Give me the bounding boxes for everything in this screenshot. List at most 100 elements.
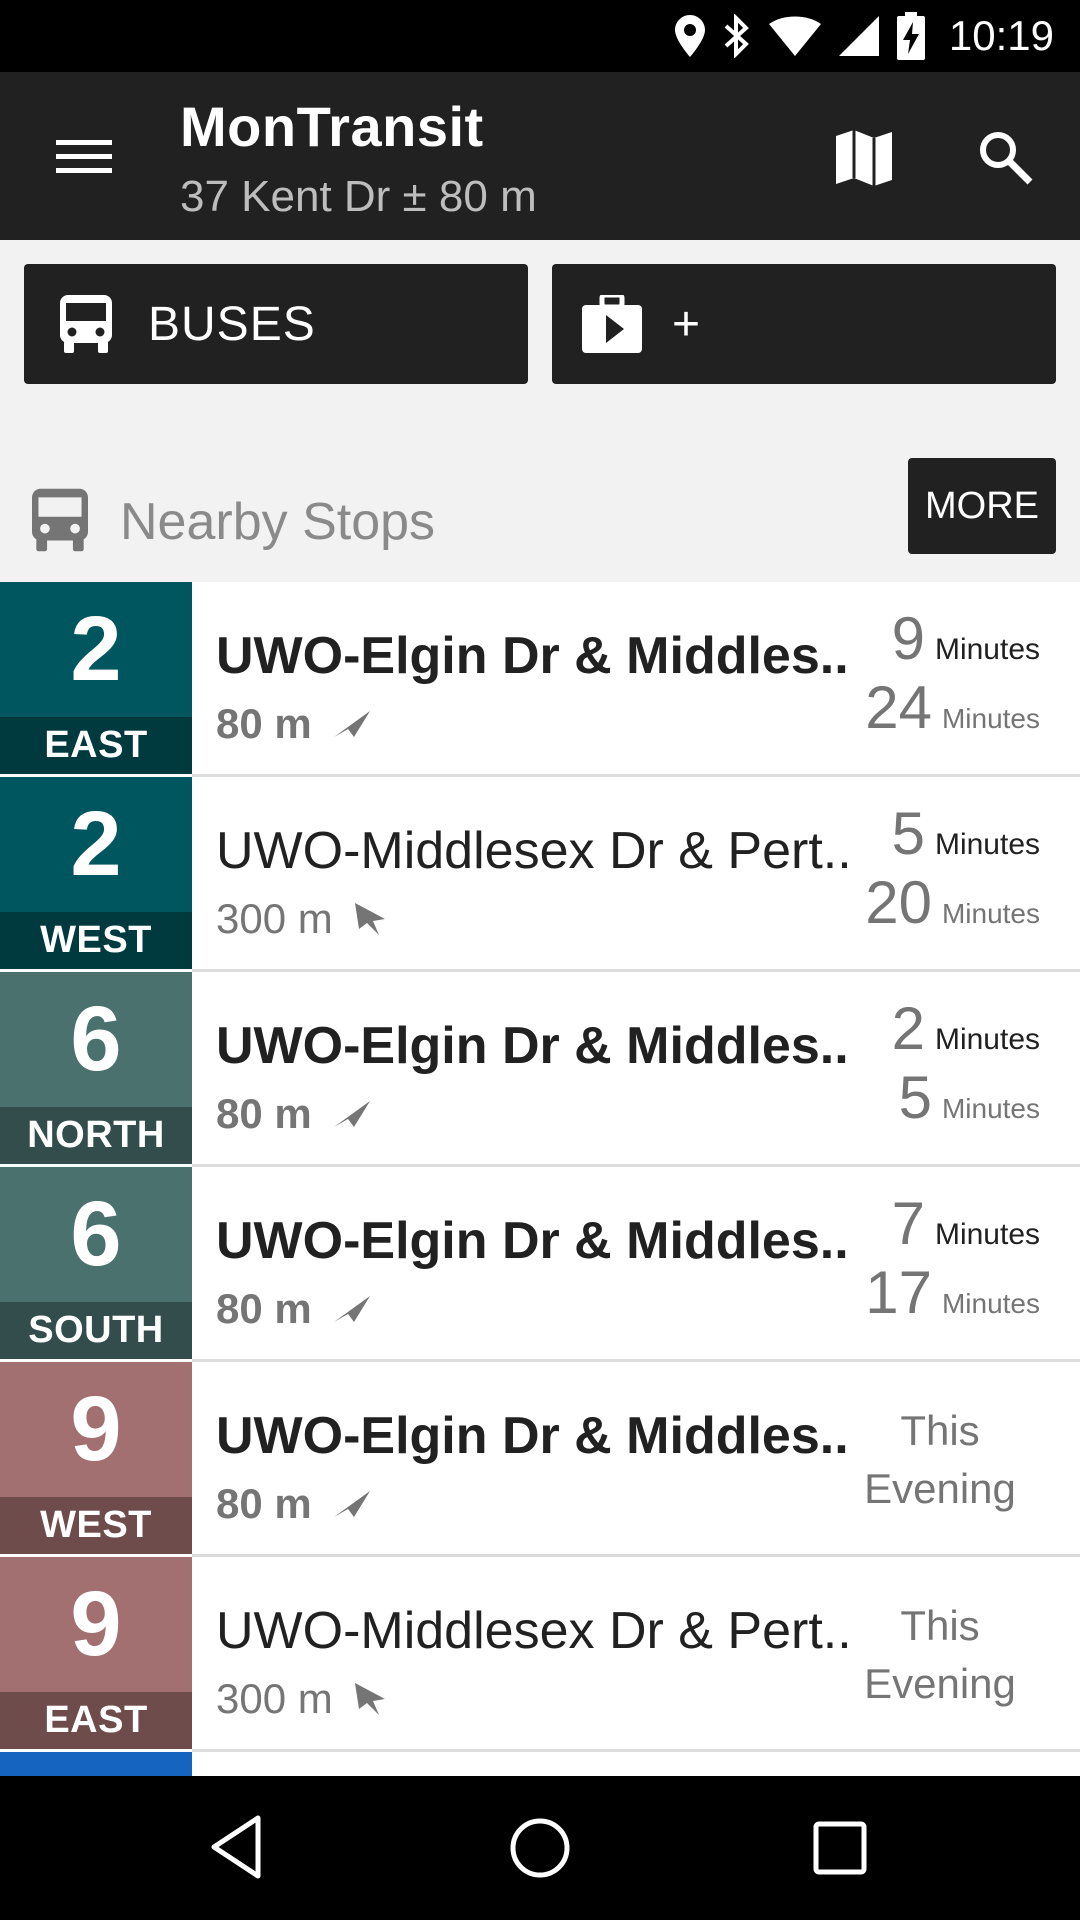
- distance-value: 80 m: [216, 1480, 312, 1527]
- add-agency-button[interactable]: +: [552, 264, 1056, 384]
- status-bar: 10:19: [0, 0, 1080, 72]
- more-button[interactable]: MORE: [908, 458, 1056, 554]
- next-route-peek: [0, 1752, 192, 1776]
- app-toolbar: MonTransit 37 Kent Dr ± 80 m: [0, 72, 1080, 240]
- route-direction: EAST: [0, 1692, 192, 1749]
- stop-name: UWO-Elgin Dr & Middles..: [216, 1212, 849, 1270]
- arrival-times: 9 Minutes 24 Minutes: [840, 604, 1040, 742]
- nearby-stops-title: Nearby Stops: [120, 493, 436, 551]
- distance-value: 300 m: [216, 1675, 333, 1722]
- nearby-stops-header: Nearby Stops MORE: [0, 440, 1080, 580]
- arrival-time-value: 20: [865, 869, 932, 936]
- route-number: 2: [70, 793, 122, 895]
- home-icon[interactable]: [500, 1808, 580, 1888]
- route-badge: 9 EAST: [0, 1557, 192, 1749]
- arrival-times: 5 Minutes 20 Minutes: [840, 799, 1040, 937]
- buses-label: BUSES: [148, 297, 316, 351]
- nearby-stops-list: 2 EAST UWO-Elgin Dr & Middles.. 80 m 9 Mi…: [0, 582, 1080, 1752]
- stop-row[interactable]: 6 SOUTH UWO-Elgin Dr & Middles.. 80 m 7M…: [0, 1167, 1080, 1362]
- stop-row[interactable]: 2 EAST UWO-Elgin Dr & Middles.. 80 m 9 Mi…: [0, 582, 1080, 777]
- route-direction: WEST: [0, 1497, 192, 1554]
- direction-arrow-icon: [333, 711, 370, 737]
- route-badge: 9 WEST: [0, 1362, 192, 1554]
- stop-distance: 80 m: [216, 1090, 372, 1138]
- stop-distance: 80 m: [216, 1480, 372, 1528]
- menu-icon: [56, 140, 112, 173]
- stop-name: UWO-Elgin Dr & Middles..: [216, 1017, 849, 1075]
- search-button[interactable]: [970, 124, 1040, 194]
- evening-line: Evening: [864, 1465, 1016, 1512]
- add-agency-label: +: [672, 297, 702, 351]
- arrival-time-value: 5: [891, 800, 925, 867]
- arrival-evening: This Evening: [840, 1402, 1040, 1518]
- stop-distance: 80 m: [216, 1285, 372, 1333]
- arrival-time-value: 2: [891, 995, 925, 1062]
- arrival-time-value: 17: [865, 1259, 932, 1326]
- navigation-bar: [0, 1776, 1080, 1920]
- evening-line: Evening: [864, 1660, 1016, 1707]
- stop-row[interactable]: 6 NORTH UWO-Elgin Dr & Middles.. 80 m 2M…: [0, 972, 1080, 1167]
- evening-line: This: [900, 1407, 980, 1454]
- search-icon: [980, 132, 1033, 185]
- route-badge: 6 SOUTH: [0, 1167, 192, 1359]
- arrival-times: 2 Minutes 5 Minutes: [840, 994, 1040, 1132]
- arrival-evening: This Evening: [840, 1597, 1040, 1713]
- arrival-time-unit: Minutes: [934, 1218, 1040, 1251]
- evening-line: This: [900, 1602, 980, 1649]
- location-subtitle: 37 Kent Dr ± 80 m: [180, 172, 537, 221]
- distance-value: 80 m: [216, 700, 312, 747]
- bus-icon: [32, 488, 88, 552]
- recents-icon[interactable]: [800, 1814, 880, 1884]
- map-icon: [836, 130, 892, 186]
- route-number: 9: [70, 1573, 122, 1675]
- arrival-time-unit: Minutes: [934, 633, 1040, 666]
- route-direction: WEST: [0, 912, 192, 969]
- wifi-icon: [768, 16, 821, 56]
- route-number: 2: [70, 598, 122, 700]
- buses-button[interactable]: BUSES: [24, 264, 528, 384]
- next-row-peek: [192, 1752, 1080, 1776]
- battery-charging-icon: [896, 12, 925, 60]
- distance-value: 300 m: [216, 895, 333, 942]
- direction-arrow-icon: [333, 1101, 370, 1127]
- route-direction: SOUTH: [0, 1302, 192, 1359]
- arrival-times: 7 Minutes 17 Minutes: [840, 1189, 1040, 1327]
- direction-arrow-icon: [333, 1491, 370, 1517]
- map-button[interactable]: [828, 124, 898, 194]
- arrival-time-value: 5: [898, 1064, 932, 1131]
- stop-distance: 80 m: [216, 700, 372, 748]
- stop-distance: 300 m: [216, 1675, 387, 1723]
- arrival-time-unit: Minutes: [934, 828, 1040, 861]
- arrival-time-unit: Minutes: [934, 1023, 1040, 1056]
- direction-arrow-icon: [333, 1296, 370, 1322]
- route-direction: EAST: [0, 717, 192, 774]
- stop-name: UWO-Elgin Dr & Middles..: [216, 627, 849, 685]
- direction-arrow-icon: [354, 903, 385, 935]
- route-direction: NORTH: [0, 1107, 192, 1164]
- route-badge: 6 NORTH: [0, 972, 192, 1164]
- back-icon[interactable]: [200, 1814, 280, 1884]
- app-title: MonTransit: [180, 95, 484, 158]
- arrival-time-unit: Minutes: [941, 1288, 1040, 1319]
- menu-button[interactable]: [42, 122, 126, 188]
- add-agency-icon: [582, 295, 642, 353]
- status-time: 10:19: [948, 12, 1054, 59]
- stop-row[interactable]: 9 WEST UWO-Elgin Dr & Middles.. 80 m Thi…: [0, 1362, 1080, 1557]
- route-badge: 2 EAST: [0, 582, 192, 774]
- route-number: 9: [70, 1378, 122, 1480]
- direction-arrow-icon: [354, 1683, 385, 1715]
- stop-row[interactable]: 2 WEST UWO-Middlesex Dr & Pert.. 300 m 5…: [0, 777, 1080, 972]
- arrival-time-value: 24: [865, 674, 932, 741]
- stop-distance: 300 m: [216, 895, 387, 943]
- stop-name: UWO-Middlesex Dr & Pert..: [216, 1602, 852, 1660]
- signal-icon: [838, 16, 879, 56]
- arrival-time-value: 7: [891, 1190, 925, 1257]
- stop-row[interactable]: 9 EAST UWO-Middlesex Dr & Pert.. 300 m T…: [0, 1557, 1080, 1752]
- arrival-time-value: 9: [891, 605, 925, 672]
- route-number: 6: [70, 988, 122, 1090]
- bus-icon: [60, 295, 112, 353]
- bluetooth-icon: [724, 14, 749, 58]
- route-badge: 2 WEST: [0, 777, 192, 969]
- stop-name: UWO-Elgin Dr & Middles..: [216, 1407, 849, 1465]
- arrival-time-unit: Minutes: [941, 1093, 1040, 1124]
